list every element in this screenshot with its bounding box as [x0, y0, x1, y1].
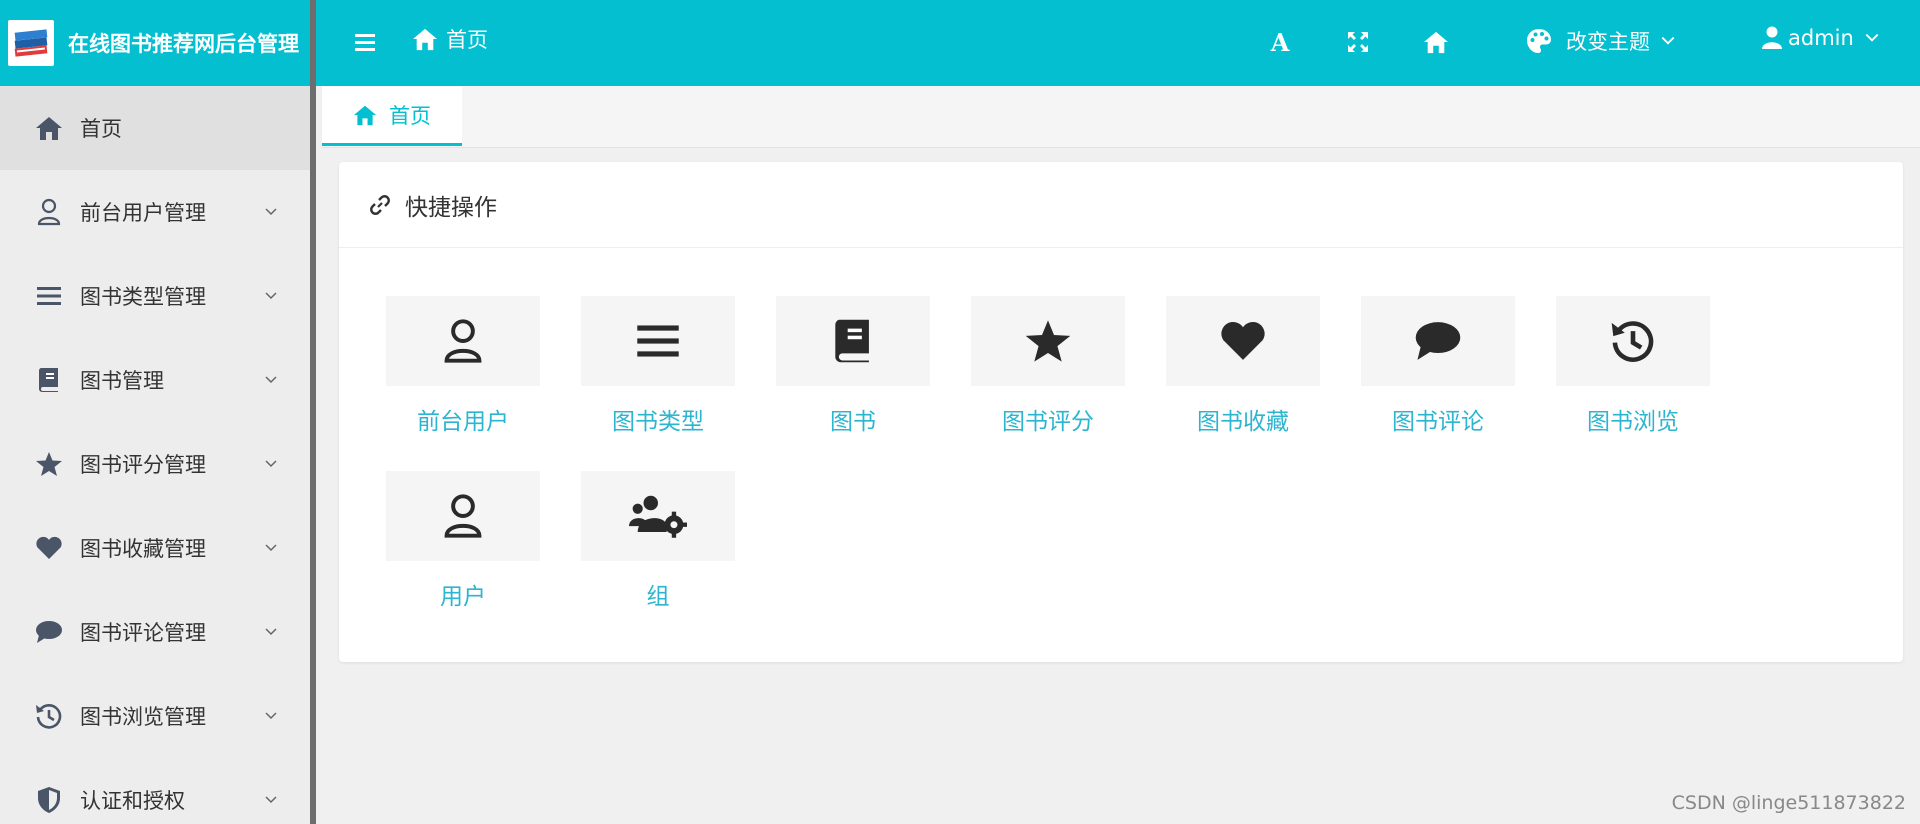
quick-actions-card: 快捷操作 前台用户 图书类型 图书 图书评分 图书收藏 图书评论 图书浏览 用户… [339, 162, 1903, 662]
quick-tile-ratings[interactable]: 图书评分 [971, 296, 1125, 436]
quick-tile-book-types[interactable]: 图书类型 [581, 296, 735, 436]
chevron-down-icon [265, 460, 277, 468]
sidebar-item-browsing[interactable]: 图书浏览管理 [0, 674, 310, 758]
sidebar-item-books[interactable]: 图书管理 [0, 338, 310, 422]
logo-icon [8, 20, 54, 66]
chevron-down-icon [265, 208, 277, 216]
book-icon [34, 365, 64, 395]
sidebar-item-label: 图书类型管理 [80, 285, 206, 309]
user-icon [34, 197, 64, 227]
sidebar-item-home[interactable]: 首页 [0, 86, 310, 170]
tab-bar: 首页 [322, 86, 1920, 148]
sidebar-item-ratings[interactable]: 图书评分管理 [0, 422, 310, 506]
sidebar-item-label: 图书管理 [80, 369, 164, 393]
home-icon [413, 28, 437, 51]
app-title: 在线图书推荐网后台管理 [68, 32, 299, 56]
book-icon [835, 319, 869, 363]
quick-tile-comments[interactable]: 图书评论 [1361, 296, 1515, 436]
comment-icon [34, 617, 64, 647]
comment-icon [1415, 322, 1461, 360]
sidebar-item-book-types[interactable]: 图书类型管理 [0, 254, 310, 338]
tile-label: 前台用户 [417, 409, 509, 435]
user-icon [444, 319, 482, 363]
card-title: 快捷操作 [405, 194, 497, 221]
sidebar: 在线图书推荐网后台管理 首页 前台用户管理 图书类型管理 图书管理 图书评分管理… [0, 0, 316, 824]
chevron-down-icon [265, 544, 277, 552]
home-icon [1424, 31, 1448, 54]
quick-tile-books[interactable]: 图书 [776, 296, 930, 436]
users-cog-icon [629, 495, 687, 538]
quick-tile-browsing[interactable]: 图书浏览 [1556, 296, 1710, 436]
chevron-down-icon [265, 712, 277, 720]
sidebar-item-frontend-users[interactable]: 前台用户管理 [0, 170, 310, 254]
top-header: 首页 A 改变主题 admin [316, 0, 1920, 86]
breadcrumb-label: 首页 [446, 28, 488, 52]
heart-icon [34, 533, 64, 563]
fullscreen-button[interactable] [1342, 26, 1374, 58]
chevron-down-icon [265, 376, 277, 384]
user-icon [1762, 26, 1782, 49]
sidebar-item-label: 认证和授权 [80, 789, 185, 813]
home-button[interactable] [1420, 26, 1452, 58]
sidebar-item-auth[interactable]: 认证和授权 [0, 758, 310, 824]
quick-tile-groups[interactable]: 组 [581, 471, 735, 611]
user-dropdown[interactable]: admin [1762, 26, 1886, 50]
tile-label: 用户 [440, 584, 486, 610]
user-icon [444, 494, 482, 538]
card-header: 快捷操作 [339, 162, 1903, 248]
star-icon [34, 449, 64, 479]
history-icon [34, 701, 64, 731]
heart-icon [1221, 321, 1265, 360]
quick-tile-users[interactable]: 用户 [386, 471, 540, 611]
sidebar-item-favorites[interactable]: 图书收藏管理 [0, 506, 310, 590]
chevron-down-icon [265, 628, 277, 636]
list-icon [637, 325, 679, 357]
sidebar-item-comments[interactable]: 图书评论管理 [0, 590, 310, 674]
font-icon: A [1270, 27, 1290, 57]
tile-label: 图书 [830, 409, 876, 435]
chevron-down-icon [265, 796, 277, 804]
chevron-down-icon [1865, 33, 1879, 42]
username: admin [1788, 26, 1854, 50]
logo-bar: 在线图书推荐网后台管理 [0, 0, 310, 86]
home-icon [34, 113, 64, 143]
tab-label: 首页 [389, 103, 431, 128]
tile-label: 图书收藏 [1197, 409, 1289, 435]
star-icon [1025, 320, 1071, 362]
home-icon [354, 105, 376, 125]
breadcrumb[interactable]: 首页 [412, 24, 488, 54]
tab-home[interactable]: 首页 [322, 86, 462, 146]
theme-label: 改变主题 [1566, 30, 1650, 54]
tile-label: 图书评论 [1392, 409, 1484, 435]
history-icon [1611, 321, 1654, 362]
quick-tile-favorites[interactable]: 图书收藏 [1166, 296, 1320, 436]
sidebar-item-label: 图书评论管理 [80, 621, 206, 645]
sidebar-item-label: 前台用户管理 [80, 201, 206, 225]
chevron-down-icon [1661, 36, 1675, 45]
tile-label: 组 [646, 584, 670, 610]
tile-label: 图书评分 [1002, 409, 1094, 435]
font-size-button[interactable]: A [1264, 26, 1296, 58]
watermark: CSDN @linge511873822 [1671, 792, 1906, 814]
chevron-down-icon [265, 292, 277, 300]
sidebar-item-label: 首页 [80, 117, 122, 141]
sidebar-item-label: 图书浏览管理 [80, 705, 206, 729]
link-icon [370, 194, 390, 215]
list-icon [34, 281, 64, 311]
tile-label: 图书浏览 [1587, 409, 1679, 435]
sidebar-item-label: 图书收藏管理 [80, 537, 206, 561]
expand-icon [1348, 32, 1368, 52]
tile-label: 图书类型 [612, 409, 704, 435]
sidebar-item-label: 图书评分管理 [80, 453, 206, 477]
theme-dropdown[interactable]: 改变主题 [1526, 26, 1690, 56]
palette-icon [1527, 29, 1551, 53]
shield-icon [34, 785, 64, 815]
sidebar-menu: 首页 前台用户管理 图书类型管理 图书管理 图书评分管理 图书收藏管理 图书评论… [0, 86, 310, 824]
menu-toggle-icon[interactable] [352, 28, 380, 56]
quick-tile-frontend-users[interactable]: 前台用户 [386, 296, 540, 436]
